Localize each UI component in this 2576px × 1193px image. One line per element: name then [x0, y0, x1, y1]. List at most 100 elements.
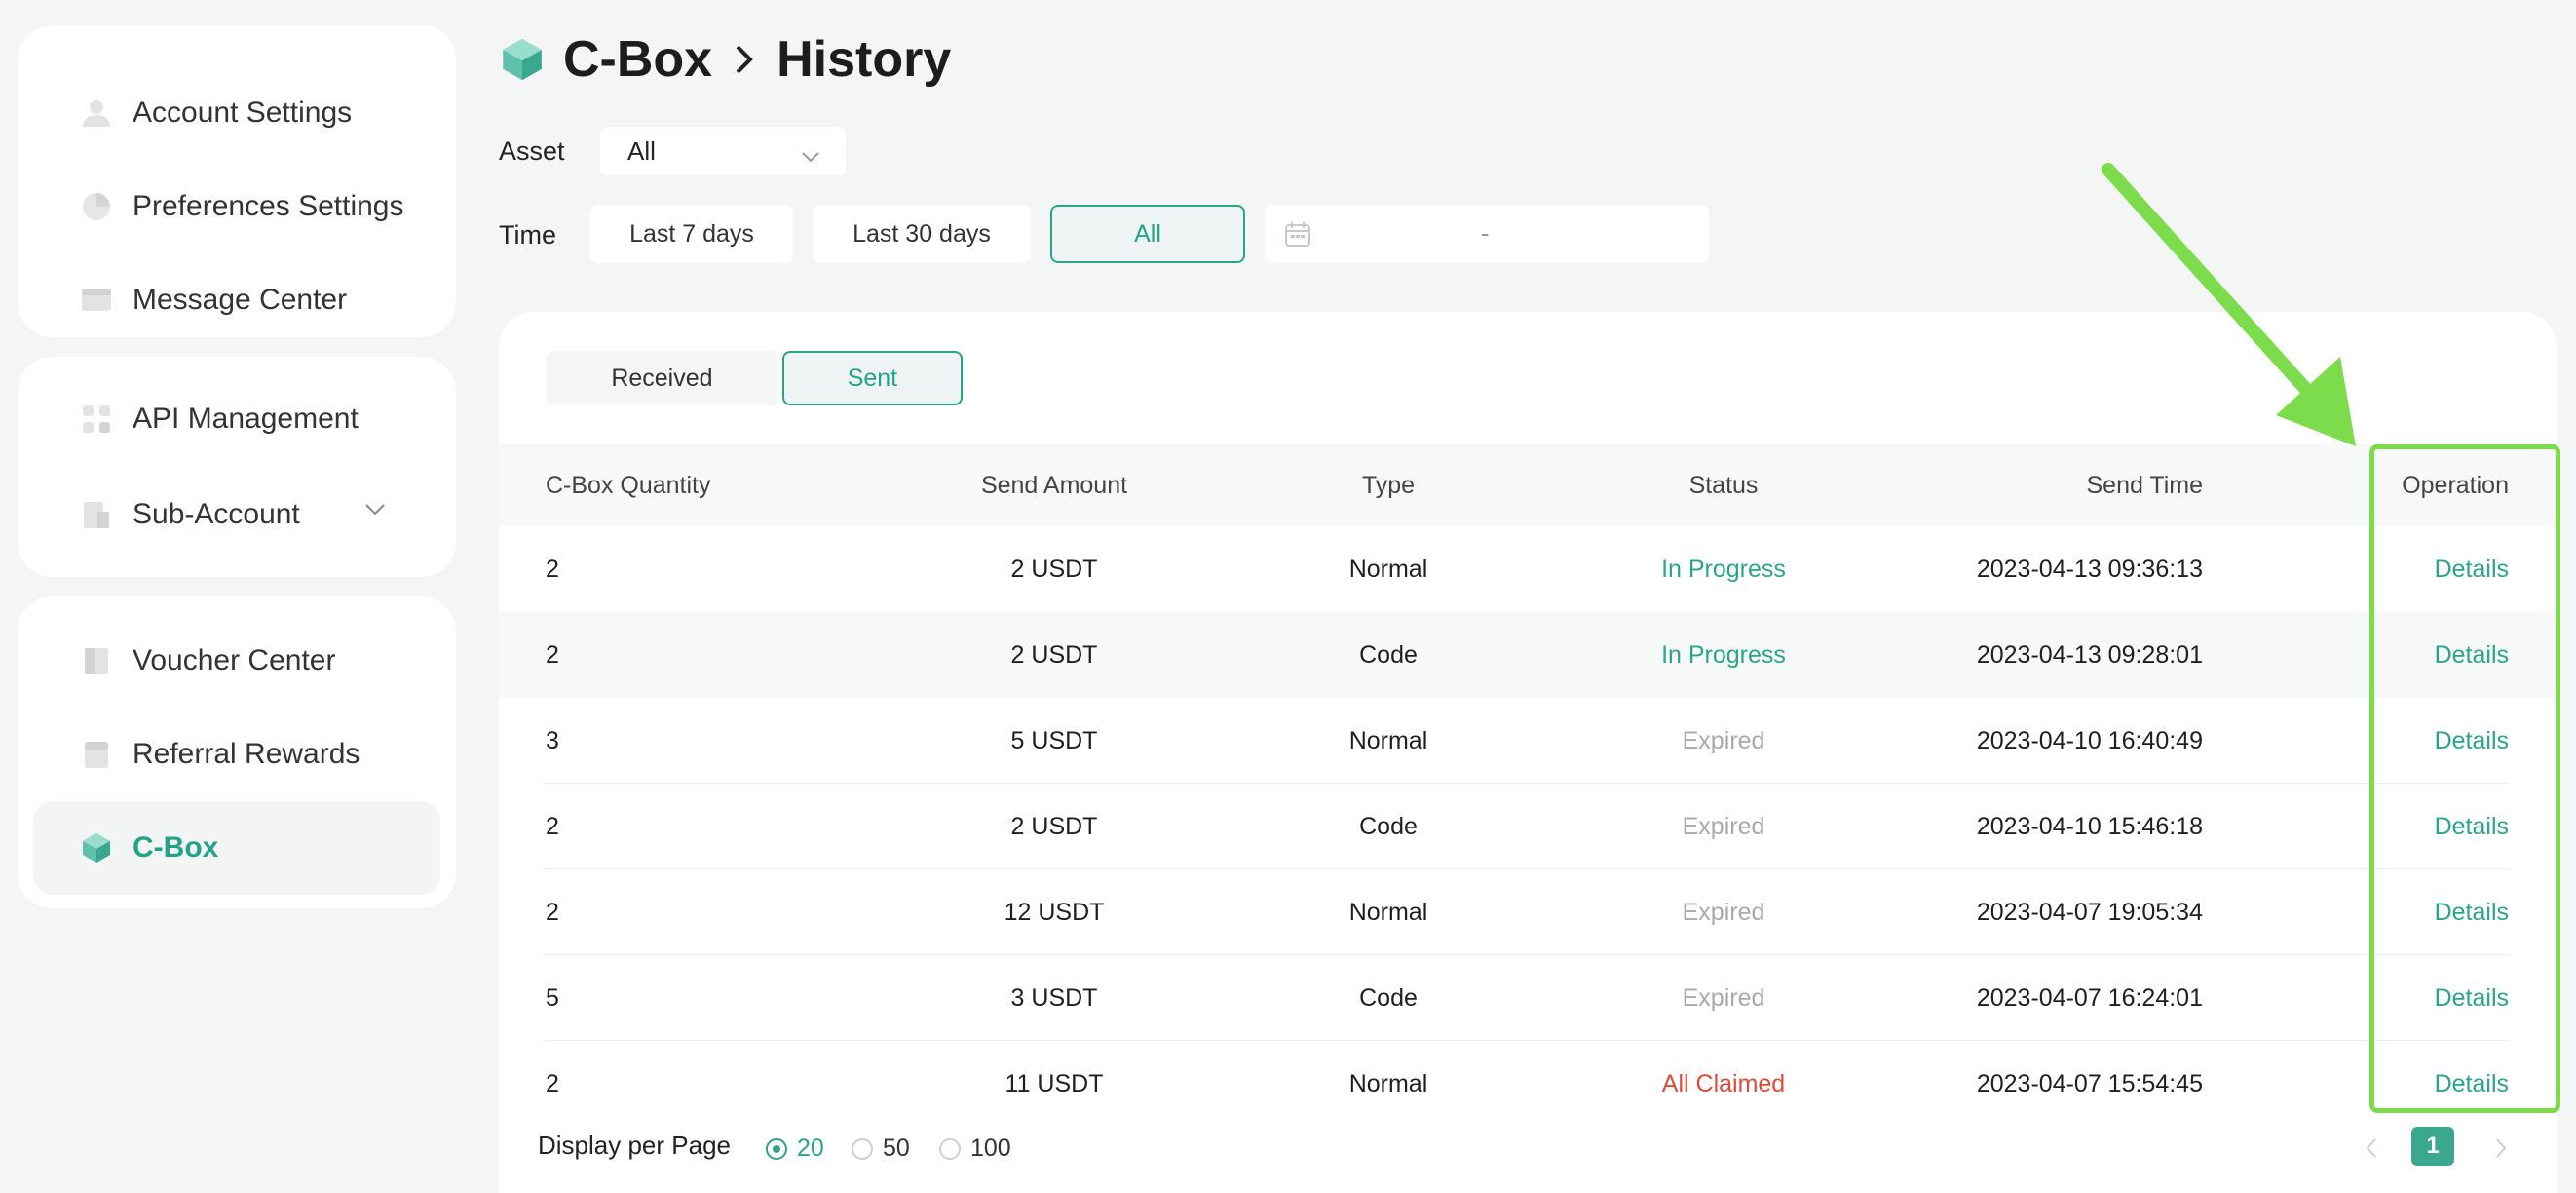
- column-header-status: Status: [1688, 472, 1759, 499]
- sidebar-item-account-settings[interactable]: Account Settings: [33, 66, 440, 160]
- cell-send-time: 2023-04-10 15:46:18: [1976, 813, 2203, 840]
- sidebar-item-label: Account Settings: [133, 96, 353, 129]
- sidebar-item-message-center[interactable]: Message Center: [33, 253, 440, 347]
- sidebar-item-cbox[interactable]: C-Box: [33, 801, 440, 895]
- details-link[interactable]: Details: [2435, 556, 2509, 584]
- cell-send-time: 2023-04-13 09:28:01: [1976, 641, 2203, 669]
- cell-quantity: 2: [546, 1070, 559, 1097]
- sidebar-item-preferences-settings[interactable]: Preferences Settings: [33, 160, 440, 253]
- details-link[interactable]: Details: [2435, 899, 2509, 927]
- direction-tabs: Received Sent: [546, 351, 963, 405]
- sidebar-item-sub-account[interactable]: Sub-Account: [33, 468, 440, 561]
- chevron-down-icon: [801, 140, 820, 171]
- sidebar-item-label: Sub-Account: [133, 498, 300, 530]
- cell-quantity: 2: [546, 556, 559, 583]
- user-icon: [80, 96, 113, 130]
- time-last-7-days-button[interactable]: Last 7 days: [590, 205, 793, 263]
- sidebar-item-referral-rewards[interactable]: Referral Rewards: [33, 708, 440, 801]
- status-badge: Expired: [1682, 899, 1765, 926]
- per-page-label: Display per Page: [538, 1131, 731, 1160]
- details-link[interactable]: Details: [2435, 641, 2509, 670]
- cell-type: Normal: [1348, 556, 1428, 583]
- calendar-icon: [1284, 220, 1311, 252]
- asset-label: Asset: [499, 136, 565, 166]
- cbox-logo-icon: [499, 36, 546, 83]
- preferences-icon: [80, 190, 113, 223]
- details-link[interactable]: Details: [2435, 813, 2509, 841]
- cell-amount: 2 USDT: [1010, 641, 1098, 669]
- sidebar-item-label: Voucher Center: [133, 644, 336, 676]
- cell-send-time: 2023-04-07 19:05:34: [1976, 899, 2203, 926]
- cell-quantity: 2: [546, 899, 559, 926]
- per-page-option-label: 50: [883, 1135, 910, 1162]
- date-range-picker[interactable]: -: [1265, 205, 1709, 263]
- per-page-option-100[interactable]: 100: [939, 1135, 1011, 1163]
- sidebar-item-label: Message Center: [133, 284, 348, 316]
- breadcrumb: C-Box History: [499, 21, 951, 97]
- sidebar-item-label: Preferences Settings: [133, 190, 404, 222]
- column-header-quantity: C-Box Quantity: [546, 472, 711, 499]
- cell-send-time: 2023-04-13 09:36:13: [1976, 556, 2203, 583]
- breadcrumb-parent[interactable]: C-Box: [563, 30, 712, 89]
- details-link[interactable]: Details: [2435, 984, 2509, 1013]
- column-header-type: Type: [1361, 472, 1416, 499]
- details-link[interactable]: Details: [2435, 1070, 2509, 1098]
- sidebar-item-label: C-Box: [133, 831, 219, 864]
- referral-icon: [80, 738, 113, 771]
- status-badge: In Progress: [1661, 556, 1786, 583]
- table-row: 2 2 USDT Normal In Progress 2023-04-13 0…: [499, 526, 2557, 612]
- pagination-page-1[interactable]: 1: [2411, 1127, 2454, 1166]
- cell-send-time: 2023-04-07 16:24:01: [1976, 984, 2203, 1012]
- cell-amount: 2 USDT: [1010, 813, 1098, 840]
- cell-amount: 12 USDT: [1004, 899, 1105, 926]
- time-label: Time: [499, 220, 556, 250]
- column-header-amount: Send Amount: [980, 472, 1128, 499]
- per-page-option-20[interactable]: 20: [766, 1135, 824, 1163]
- per-page-option-50[interactable]: 50: [852, 1135, 910, 1163]
- status-badge: Expired: [1682, 813, 1765, 840]
- sidebar-item-voucher-center[interactable]: Voucher Center: [33, 614, 440, 708]
- cell-send-time: 2023-04-07 15:54:45: [1976, 1070, 2203, 1097]
- cbox-icon: [80, 831, 113, 865]
- sidebar-group-rewards: Voucher Center Referral Rewards C-Box: [18, 596, 456, 908]
- cell-quantity: 2: [546, 641, 559, 669]
- table-row: 2 2 USDT Code In Progress 2023-04-13 09:…: [499, 612, 2557, 698]
- cell-amount: 2 USDT: [1010, 556, 1098, 583]
- status-badge: Expired: [1682, 727, 1765, 754]
- pagination-next-button[interactable]: [2486, 1129, 2516, 1168]
- per-page-option-label: 20: [797, 1135, 824, 1162]
- cell-type: Normal: [1348, 1070, 1428, 1097]
- time-last-30-days-button[interactable]: Last 30 days: [813, 205, 1031, 263]
- cell-amount: 3 USDT: [1010, 984, 1098, 1012]
- cell-send-time: 2023-04-10 16:40:49: [1976, 727, 2203, 754]
- cell-quantity: 3: [546, 727, 559, 754]
- cell-type: Normal: [1348, 727, 1428, 754]
- column-header-operation: Operation: [2402, 472, 2509, 499]
- message-icon: [80, 284, 113, 317]
- date-range-separator: -: [1481, 218, 1490, 248]
- details-link[interactable]: Details: [2435, 727, 2509, 755]
- per-page-option-label: 100: [970, 1135, 1011, 1162]
- sidebar-item-label: Referral Rewards: [133, 738, 360, 770]
- table-row: 5 3 USDT Code Expired 2023-04-07 16:24:0…: [499, 955, 2557, 1041]
- voucher-icon: [80, 644, 113, 677]
- tab-received[interactable]: Received: [546, 351, 778, 405]
- tab-sent[interactable]: Sent: [781, 351, 963, 405]
- sidebar-group-account: Account Settings Preferences Settings Me…: [18, 25, 456, 337]
- asset-select[interactable]: All: [600, 127, 846, 175]
- column-header-send-time: Send Time: [2086, 472, 2203, 499]
- chevron-down-icon[interactable]: [364, 503, 386, 521]
- radio-icon: [766, 1137, 787, 1160]
- cell-amount: 11 USDT: [1004, 1070, 1104, 1097]
- pagination-prev-button[interactable]: [2357, 1129, 2386, 1168]
- chevron-right-icon: [734, 43, 755, 76]
- cell-quantity: 5: [546, 984, 559, 1012]
- time-all-button[interactable]: All: [1050, 205, 1245, 263]
- cell-type: Normal: [1348, 899, 1428, 926]
- status-badge: In Progress: [1661, 641, 1786, 669]
- asset-select-value: All: [627, 135, 656, 166]
- cell-type: Code: [1359, 641, 1418, 669]
- sidebar-item-api-management[interactable]: API Management: [33, 372, 440, 466]
- history-panel: Received Sent C-Box Quantity Send Amount…: [499, 312, 2557, 1193]
- page-title: History: [777, 31, 952, 88]
